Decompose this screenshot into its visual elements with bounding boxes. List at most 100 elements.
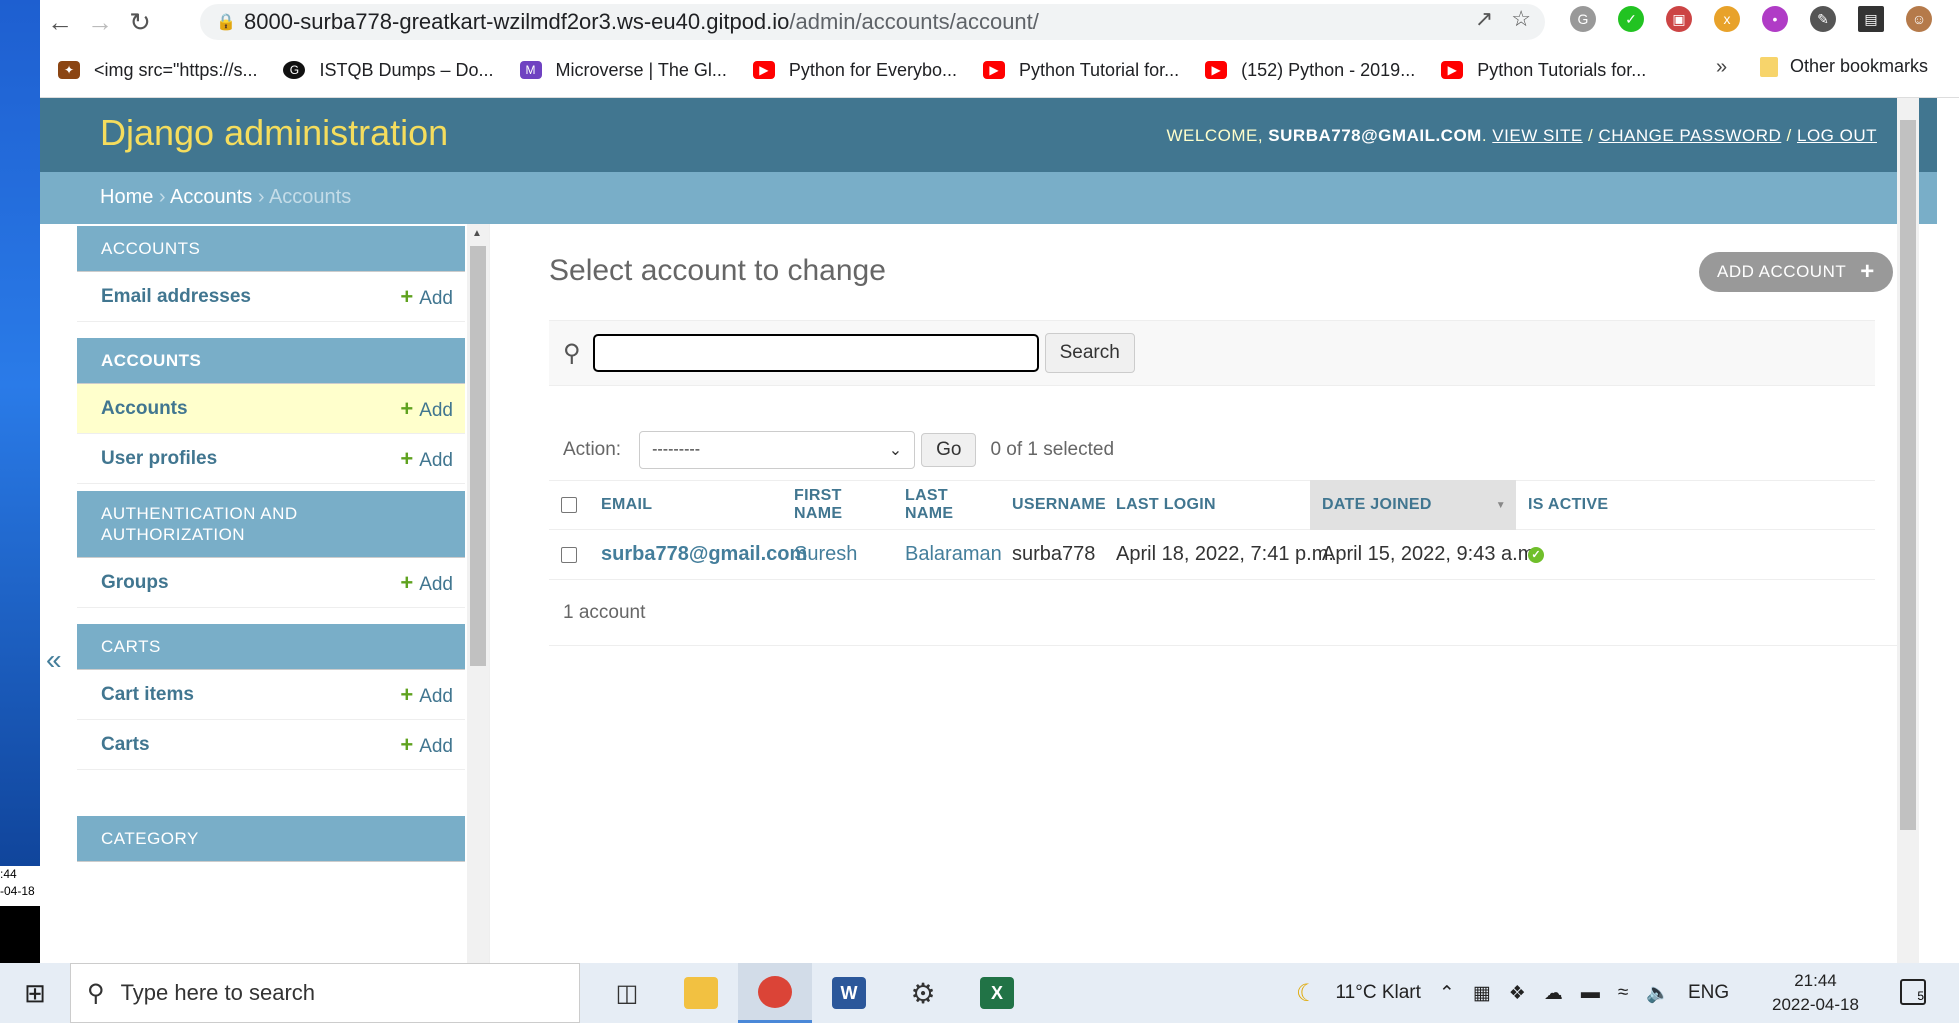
add-link[interactable]: + Add xyxy=(400,732,453,758)
sidebar-collapse-button[interactable]: « xyxy=(46,644,62,676)
address-bar[interactable]: 🔒 8000-surba778-greatkart-wzilmdf2or3.ws… xyxy=(200,4,1545,40)
reload-icon[interactable]: ↻ xyxy=(120,2,160,42)
forward-icon[interactable]: → xyxy=(80,2,120,42)
settings-icon[interactable]: ⚙ xyxy=(886,963,960,1023)
go-button[interactable]: Go xyxy=(921,433,977,467)
plus-icon: + xyxy=(400,731,414,757)
side-panel-icon[interactable]: ▤ xyxy=(1858,6,1884,32)
bookmark-item[interactable]: G ISTQB Dumps – Do... xyxy=(283,60,494,81)
star-icon[interactable]: ☆ xyxy=(1511,6,1531,32)
other-bookmarks[interactable]: Other bookmarks xyxy=(1760,56,1928,77)
column-header-sorted[interactable]: DATE JOINED ▼ xyxy=(1310,480,1516,530)
grammarly-icon[interactable]: G xyxy=(1570,6,1596,32)
column-header[interactable]: LAST LOGIN xyxy=(1104,480,1310,530)
add-link[interactable]: + Add xyxy=(400,682,453,708)
bookmark-item[interactable]: ▶ Python Tutorials for... xyxy=(1441,60,1646,81)
module-auth: AUTHENTICATION AND AUTHORIZATION Groups … xyxy=(77,491,465,608)
screen-extension-icon[interactable]: ▣ xyxy=(1666,6,1692,32)
sidebar-item-label[interactable]: Groups xyxy=(101,572,169,594)
battery-icon[interactable]: ▬ xyxy=(1581,982,1600,1004)
add-label: Add xyxy=(419,735,453,757)
breadcrumb-app[interactable]: Accounts xyxy=(170,186,252,208)
bookmark-item[interactable]: ▶ Python Tutorial for... xyxy=(983,60,1179,81)
sidebar-item-label[interactable]: Cart items xyxy=(101,684,194,706)
column-header[interactable]: FIRST NAME xyxy=(782,480,893,530)
search-input[interactable] xyxy=(592,334,1039,372)
chrome-icon[interactable] xyxy=(738,963,812,1023)
add-link[interactable]: + Add xyxy=(400,396,453,422)
sidebar-scrollbar-thumb[interactable] xyxy=(470,246,486,666)
breadcrumb-home[interactable]: Home xyxy=(100,186,153,208)
user-tools: Welcome, surba778@gmail.com. View site /… xyxy=(1166,126,1877,145)
module-header[interactable]: ACCOUNTS xyxy=(77,226,465,272)
sidebar-scrollbar[interactable]: ▲ xyxy=(467,224,489,963)
taskbar-search-placeholder: Type here to search xyxy=(120,980,316,1005)
change-password-link[interactable]: Change password xyxy=(1598,126,1781,145)
broadcast-extension-icon[interactable]: • xyxy=(1762,6,1788,32)
scroll-up-icon[interactable]: ▲ xyxy=(472,228,482,239)
add-link[interactable]: + Add xyxy=(400,570,453,596)
select-all-cell xyxy=(549,480,589,530)
search-button[interactable]: Search xyxy=(1044,333,1135,373)
file-explorer-icon[interactable] xyxy=(664,963,738,1023)
chevron-down-icon: ⌄ xyxy=(888,442,903,459)
windows-start-icon[interactable]: ⊞ xyxy=(0,978,70,1009)
bookmark-label: Python Tutorial for... xyxy=(1019,59,1180,80)
avatar[interactable]: ☺ xyxy=(1906,6,1932,32)
email-link[interactable]: surba778@gmail.com xyxy=(601,543,807,566)
log-out-link[interactable]: Log out xyxy=(1797,126,1877,145)
sidebar-item-label[interactable]: User profiles xyxy=(101,448,217,470)
action-select[interactable]: --------- ⌄ xyxy=(639,431,916,469)
sidebar-item-label[interactable]: Accounts xyxy=(101,398,188,420)
word-icon[interactable]: W xyxy=(812,963,886,1023)
select-all-checkbox[interactable] xyxy=(561,497,577,513)
volume-icon[interactable]: 🔈 xyxy=(1646,981,1670,1005)
sidebar-item-label[interactable]: Email addresses xyxy=(101,286,251,308)
share-icon[interactable]: ↗ xyxy=(1475,6,1493,32)
column-header[interactable]: EMAIL xyxy=(589,480,782,530)
column-header[interactable]: USERNAME xyxy=(1000,480,1106,530)
weather-text[interactable]: 11°C Klart xyxy=(1336,982,1421,1004)
extension-x-icon[interactable]: x xyxy=(1714,6,1740,32)
taskbar-search[interactable]: ⚲ Type here to search xyxy=(70,963,580,1023)
sidebar-item-label[interactable]: Carts xyxy=(101,734,150,756)
bookmark-item[interactable]: ▶ (152) Python - 2019... xyxy=(1205,60,1415,81)
plus-icon: + xyxy=(400,445,414,471)
view-site-link[interactable]: View site xyxy=(1492,126,1582,145)
module-header[interactable]: CARTS xyxy=(77,624,465,670)
taskbar-clock[interactable]: 21:44 2022-04-18 xyxy=(1772,969,1859,1017)
bookmarks-overflow-button[interactable]: » xyxy=(1716,56,1727,79)
language-indicator[interactable]: ENG xyxy=(1688,982,1729,1004)
dropbox-icon[interactable]: ❖ xyxy=(1509,982,1526,1005)
back-icon[interactable]: ← xyxy=(40,2,80,42)
first-name-link[interactable]: Suresh xyxy=(794,543,857,566)
module-header[interactable]: CATEGORY xyxy=(77,816,465,862)
column-header[interactable]: LAST NAME xyxy=(893,480,1000,530)
bookmark-item[interactable]: ✦ <img src="https://s... xyxy=(58,60,257,81)
add-account-button[interactable]: ADD ACCOUNT + xyxy=(1699,252,1893,292)
column-header-label: DATE JOINED xyxy=(1322,496,1432,513)
row-checkbox[interactable] xyxy=(561,546,577,563)
cloud-icon[interactable]: ☁ xyxy=(1544,982,1563,1005)
thumbs-up-extension-icon[interactable]: ✓ xyxy=(1618,6,1644,32)
last-name-link[interactable]: Balaraman xyxy=(905,543,1002,566)
page-scrollbar-thumb[interactable] xyxy=(1900,120,1916,830)
add-link[interactable]: + Add xyxy=(400,446,453,472)
other-bookmarks-label: Other bookmarks xyxy=(1790,56,1929,76)
puzzle-icon[interactable]: ✎ xyxy=(1810,6,1836,32)
module-header[interactable]: AUTHENTICATION AND AUTHORIZATION xyxy=(77,491,465,558)
wifi-icon[interactable]: ≈ xyxy=(1618,982,1628,1004)
menu-icon[interactable]: ⋮ xyxy=(1954,6,1959,32)
site-brand[interactable]: Django administration xyxy=(100,112,448,154)
module-header[interactable]: ACCOUNTS xyxy=(77,338,465,384)
page-scrollbar[interactable] xyxy=(1897,98,1919,963)
task-view-icon[interactable]: ◫ xyxy=(590,963,664,1023)
add-link[interactable]: + Add xyxy=(400,284,453,310)
bookmark-item[interactable]: M Microverse | The Gl... xyxy=(519,60,727,81)
sort-desc-icon[interactable]: ▼ xyxy=(1496,500,1506,511)
notification-icon[interactable]: 5 xyxy=(1900,979,1926,1005)
chevron-up-icon[interactable]: ⌃ xyxy=(1439,982,1455,1005)
excel-icon[interactable]: X xyxy=(960,963,1034,1023)
bookmark-item[interactable]: ▶ Python for Everybo... xyxy=(752,60,957,81)
device-icon[interactable]: ▦ xyxy=(1473,982,1491,1005)
